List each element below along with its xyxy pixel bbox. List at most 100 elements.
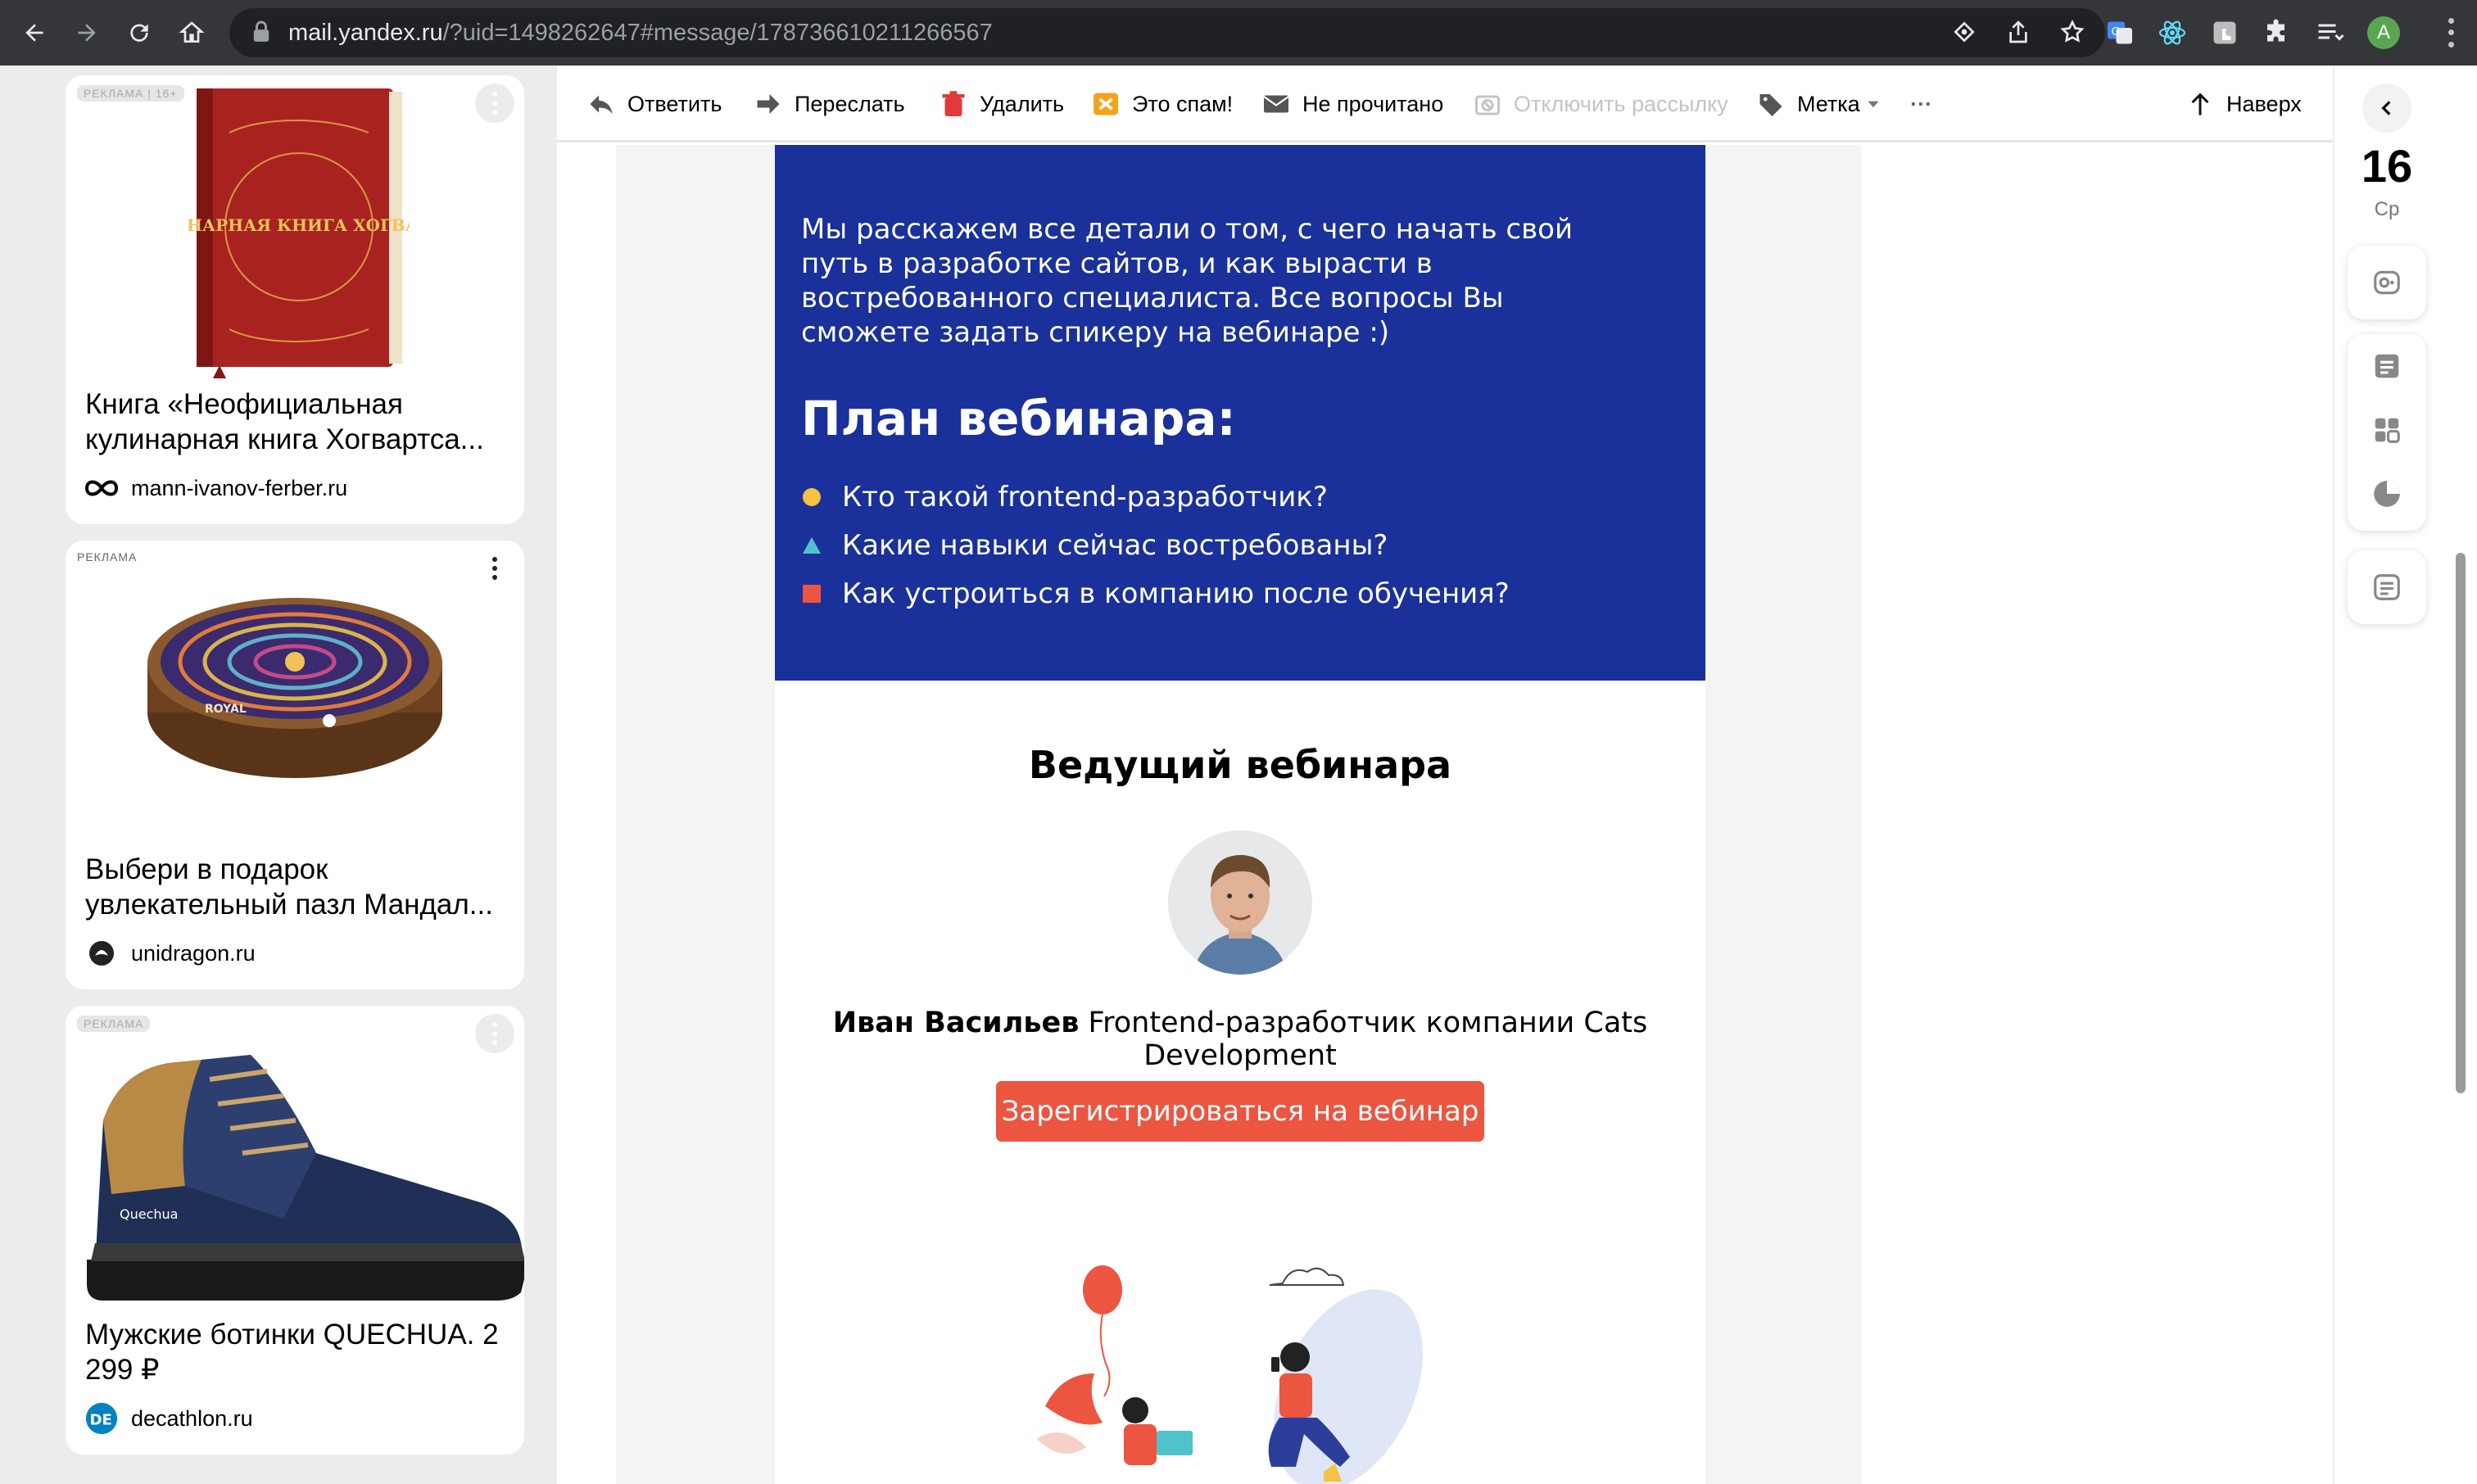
caret-down-icon — [1868, 101, 1879, 108]
plan-list: Кто такой frontend-разработчик? Какие на… — [801, 473, 1510, 618]
lock-icon — [252, 20, 270, 45]
reading-list-icon[interactable] — [2315, 18, 2344, 48]
react-devtools-icon[interactable] — [2158, 18, 2187, 48]
forward-button[interactable] — [61, 7, 113, 59]
up-label: Наверх — [2226, 91, 2302, 116]
ad-source-domain: decathlon.ru — [131, 1405, 253, 1431]
calendar-weekday: Ср — [2374, 198, 2400, 220]
reply-icon — [590, 95, 613, 114]
arrow-left-icon — [25, 24, 43, 42]
register-button[interactable]: Зарегистрироваться на вебинар — [996, 1081, 1484, 1142]
plan-item-text: Как устроиться в компанию после обучения… — [842, 577, 1510, 610]
intro-text: Мы расскажем все детали о том, с чего на… — [801, 213, 1574, 349]
ad-card-puzzle[interactable]: РЕКЛАМА ROYAL Выбери в подарок увлекател… — [66, 541, 524, 989]
envelope-icon — [1263, 95, 1289, 113]
ad-source[interactable]: mann-ivanov-ferber.ru — [85, 472, 347, 504]
spam-label: Это спам! — [1132, 91, 1234, 116]
ad-menu-button[interactable] — [475, 84, 514, 123]
webinar-info-block: Мы расскажем все детали о том, с чего на… — [775, 145, 1705, 681]
reply-label: Ответить — [627, 91, 722, 116]
chevron-left-icon — [2381, 101, 2391, 115]
rail-card-calendar — [2348, 246, 2426, 319]
back-button[interactable] — [8, 7, 61, 59]
page-scrollbar[interactable] — [2456, 553, 2466, 1093]
unsubscribe-button[interactable]: Отключить рассылку — [1473, 66, 1728, 143]
plan-item-text: Кто такой frontend-разработчик? — [842, 480, 1328, 514]
infinity-logo-icon — [85, 472, 118, 504]
host-section-title: Ведущий вебинара — [1028, 743, 1452, 787]
home-icon — [179, 21, 205, 43]
spam-button[interactable]: Это спам! — [1091, 66, 1233, 143]
arrow-right-icon — [78, 24, 96, 42]
bookmark-star-icon[interactable] — [2059, 16, 2085, 51]
chrome-menu-button[interactable] — [2434, 15, 2467, 51]
calendar-widget-icon[interactable] — [2348, 246, 2426, 319]
plan-item-text: Какие навыки сейчас востребованы? — [842, 528, 1388, 562]
forward-message-button[interactable]: Переслать — [754, 66, 905, 143]
ad-card-boots[interactable]: РЕКЛАМА Quechua Мужские ботинки QUECHUA.… — [66, 1006, 524, 1455]
url-host: mail.yandex.ru — [288, 19, 443, 46]
dragon-logo-icon — [85, 937, 118, 970]
host-photo — [1168, 830, 1312, 975]
ad-title[interactable]: Мужские ботинки QUECHUA. 2 299 ₽ — [85, 1317, 511, 1387]
ad-image-boot: Quechua — [87, 1055, 524, 1301]
ad-source[interactable]: DE decathlon.ru — [85, 1402, 253, 1435]
extensions-puzzle-icon[interactable] — [2262, 18, 2292, 48]
ad-label: РЕКЛАМА — [77, 550, 138, 563]
collapse-rail-button[interactable] — [2362, 84, 2411, 133]
delete-button[interactable]: Удалить — [939, 66, 1064, 143]
calendar-date[interactable]: 16 — [2334, 139, 2439, 192]
host-name: Иван Васильев — [832, 1007, 1080, 1039]
plan-item: Как устроиться в компанию после обучения… — [801, 569, 1510, 618]
plan-item: Какие навыки сейчас востребованы? — [801, 521, 1510, 569]
svg-text:G: G — [2112, 25, 2120, 38]
rail-card-services — [2348, 334, 2426, 531]
tasks-icon[interactable] — [2348, 550, 2426, 624]
ad-image-puzzle-brand: ROYAL — [205, 703, 247, 716]
plan-item: Кто такой frontend-разработчик? — [801, 473, 1510, 521]
translate-extension-icon[interactable]: G — [2105, 18, 2135, 48]
share-icon[interactable] — [2005, 16, 2031, 51]
unread-label: Не прочитано — [1302, 91, 1444, 116]
browser-toolbar: mail.yandex.ru/?uid=1498262647#message/1… — [0, 0, 2477, 66]
disk-pie-icon[interactable] — [2348, 462, 2426, 526]
reload-button[interactable] — [113, 7, 165, 59]
url-path: /?uid=1498262647#message/178736610211266… — [442, 19, 993, 46]
ad-label: РЕКЛАМА | 16+ — [77, 85, 184, 102]
site-settings-icon[interactable] — [1951, 16, 1977, 51]
ad-image-puzzle: ROYAL — [147, 598, 442, 778]
reload-icon — [130, 24, 148, 42]
teal-triangle-icon — [801, 535, 822, 556]
touch-extension-icon[interactable] — [2210, 18, 2239, 48]
mark-unread-button[interactable]: Не прочитано — [1261, 66, 1443, 143]
ad-source-domain: mann-ivanov-ferber.ru — [131, 475, 348, 500]
label-label: Метка — [1797, 91, 1860, 116]
ad-menu-button[interactable] — [475, 549, 514, 588]
decathlon-logo-text: DE — [89, 1411, 112, 1428]
scroll-top-button[interactable]: Наверх — [2185, 66, 2302, 143]
ad-title[interactable]: Выбери в подарок увлекательный пазл Манд… — [85, 852, 511, 922]
ad-title[interactable]: Книга «Неофициальная кулинарная книга Хо… — [85, 387, 511, 457]
label-dropdown[interactable]: Метка — [1756, 66, 1882, 143]
forward-label: Переслать — [795, 91, 905, 116]
ad-image-book-title: КУЛИНАРНАЯ КНИГА ХОГВАРТСА — [188, 215, 410, 235]
reply-button[interactable]: Ответить — [586, 66, 722, 143]
profile-avatar[interactable]: A — [2367, 16, 2400, 49]
url-text[interactable]: mail.yandex.ru/?uid=1498262647#message/1… — [288, 20, 993, 47]
plan-title: План вебинара: — [801, 391, 1236, 446]
ad-card-book[interactable]: РЕКЛАМА | 16+ КУЛИНАРНАЯ КНИГА ХОГВАРТСА… — [66, 75, 524, 524]
notes-icon[interactable] — [2348, 334, 2426, 398]
services-grid-icon[interactable] — [2348, 398, 2426, 462]
letter-body: Мы расскажем все детали о том, с чего на… — [775, 145, 1705, 1484]
address-bar[interactable]: mail.yandex.ru/?uid=1498262647#message/1… — [229, 8, 2105, 57]
home-button[interactable] — [165, 7, 218, 59]
rail-card-tasks — [2348, 550, 2426, 624]
host-line: Иван Васильев Frontend-разработчик компа… — [775, 1007, 1705, 1072]
unsubscribe-icon — [1475, 95, 1500, 115]
yellow-circle-icon — [801, 486, 822, 508]
more-actions-button[interactable]: ··· — [1910, 66, 1932, 143]
host-role: Frontend-разработчик компании Cats Devel… — [1088, 1007, 1648, 1072]
ad-source[interactable]: unidragon.ru — [85, 937, 256, 970]
message-view: Ответить Переслать Удалить Это спам! Не … — [557, 66, 2333, 1484]
ads-column: РЕКЛАМА | 16+ КУЛИНАРНАЯ КНИГА ХОГВАРТСА… — [0, 66, 557, 1484]
